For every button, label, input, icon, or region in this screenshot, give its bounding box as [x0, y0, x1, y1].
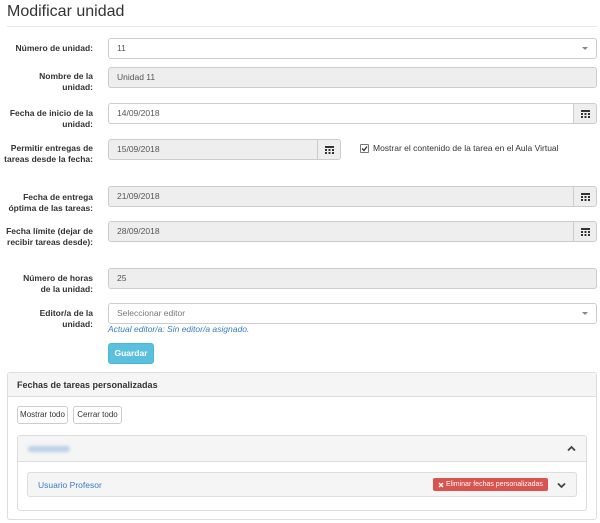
- editor-help-text: Actual editor/a: Sin editor/a asignado.: [108, 324, 250, 334]
- numero-horas-input[interactable]: 25: [108, 268, 597, 289]
- permitir-entregas-label: Permitir entregas de tareas desde la fec…: [4, 143, 93, 164]
- mostrar-contenido-label: Mostrar el contenido de la tarea en el A…: [373, 143, 559, 153]
- close-icon: [438, 482, 444, 487]
- fecha-inicio-label: Fecha de inicio de la unidad:: [9, 108, 93, 129]
- numero-unidad-label: Número de unidad:: [15, 43, 93, 53]
- caret-down-icon: [582, 47, 588, 50]
- editor-label: Editor/a de la unidad:: [39, 308, 93, 329]
- numero-horas-value: 25: [117, 273, 127, 283]
- close-all-button[interactable]: Cerrar todo: [73, 406, 122, 424]
- editor-select[interactable]: Seleccionar editor: [108, 303, 597, 324]
- custom-dates-heading: Fechas de tareas personalizadas: [8, 373, 596, 397]
- calendar-icon: [580, 109, 590, 118]
- permitir-entregas-value: 15/09/2018: [117, 144, 160, 154]
- caret-down-icon: [582, 312, 588, 315]
- fecha-entrega-optima-label: Fecha de entrega óptima de las tareas:: [8, 192, 93, 213]
- permitir-entregas-input[interactable]: 15/09/2018: [108, 139, 318, 160]
- blurred-group-name: [28, 446, 70, 452]
- title-divider: [7, 26, 597, 27]
- mostrar-contenido-option[interactable]: Mostrar el contenido de la tarea en el A…: [360, 143, 559, 153]
- calendar-icon: [580, 227, 590, 236]
- page-title: Modificar unidad: [7, 3, 125, 20]
- group-heading[interactable]: [18, 436, 586, 462]
- user-row: Usuario Profesor Eliminar fechas persona…: [27, 472, 577, 497]
- mostrar-contenido-checkbox[interactable]: [360, 143, 369, 153]
- numero-horas-label: Número de horas de la unidad:: [23, 273, 93, 294]
- group-panel: Usuario Profesor Eliminar fechas persona…: [17, 435, 587, 511]
- custom-dates-panel: Fechas de tareas personalizadas Mostrar …: [7, 372, 597, 520]
- delete-custom-dates-button[interactable]: Eliminar fechas personalizadas: [433, 478, 548, 491]
- chevron-up-icon[interactable]: [567, 444, 576, 454]
- show-all-button[interactable]: Mostrar todo: [17, 406, 68, 424]
- fecha-entrega-optima-value: 21/09/2018: [117, 191, 160, 201]
- fecha-entrega-optima-input[interactable]: 21/09/2018: [108, 186, 574, 207]
- fecha-limite-label: Fecha límite (dejar de recibir tareas de…: [6, 226, 93, 247]
- user-link[interactable]: Usuario Profesor: [38, 480, 102, 490]
- fecha-entrega-optima-calendar-button[interactable]: [573, 186, 597, 207]
- fecha-limite-calendar-button[interactable]: [573, 221, 597, 242]
- nombre-unidad-input[interactable]: Unidad 11: [108, 67, 597, 88]
- chevron-down-icon[interactable]: [557, 481, 566, 491]
- calendar-icon: [580, 192, 590, 201]
- fecha-limite-value: 28/09/2018: [117, 226, 160, 236]
- save-button[interactable]: Guardar: [108, 343, 154, 364]
- nombre-unidad-label: Nombre de la unidad:: [39, 71, 93, 92]
- numero-unidad-select[interactable]: 11: [108, 38, 597, 59]
- numero-unidad-value: 11: [117, 43, 126, 53]
- nombre-unidad-value: Unidad 11: [117, 72, 156, 82]
- fecha-inicio-input[interactable]: 14/09/2018: [108, 103, 574, 124]
- fecha-inicio-calendar-button[interactable]: [573, 103, 597, 124]
- calendar-icon: [324, 145, 334, 154]
- fecha-inicio-value: 14/09/2018: [117, 108, 160, 118]
- permitir-entregas-calendar-button[interactable]: [317, 139, 341, 160]
- checkmark-icon: [361, 145, 368, 151]
- fecha-limite-input[interactable]: 28/09/2018: [108, 221, 574, 242]
- editor-placeholder: Seleccionar editor: [117, 308, 186, 318]
- delete-custom-dates-label: Eliminar fechas personalizadas: [446, 481, 543, 488]
